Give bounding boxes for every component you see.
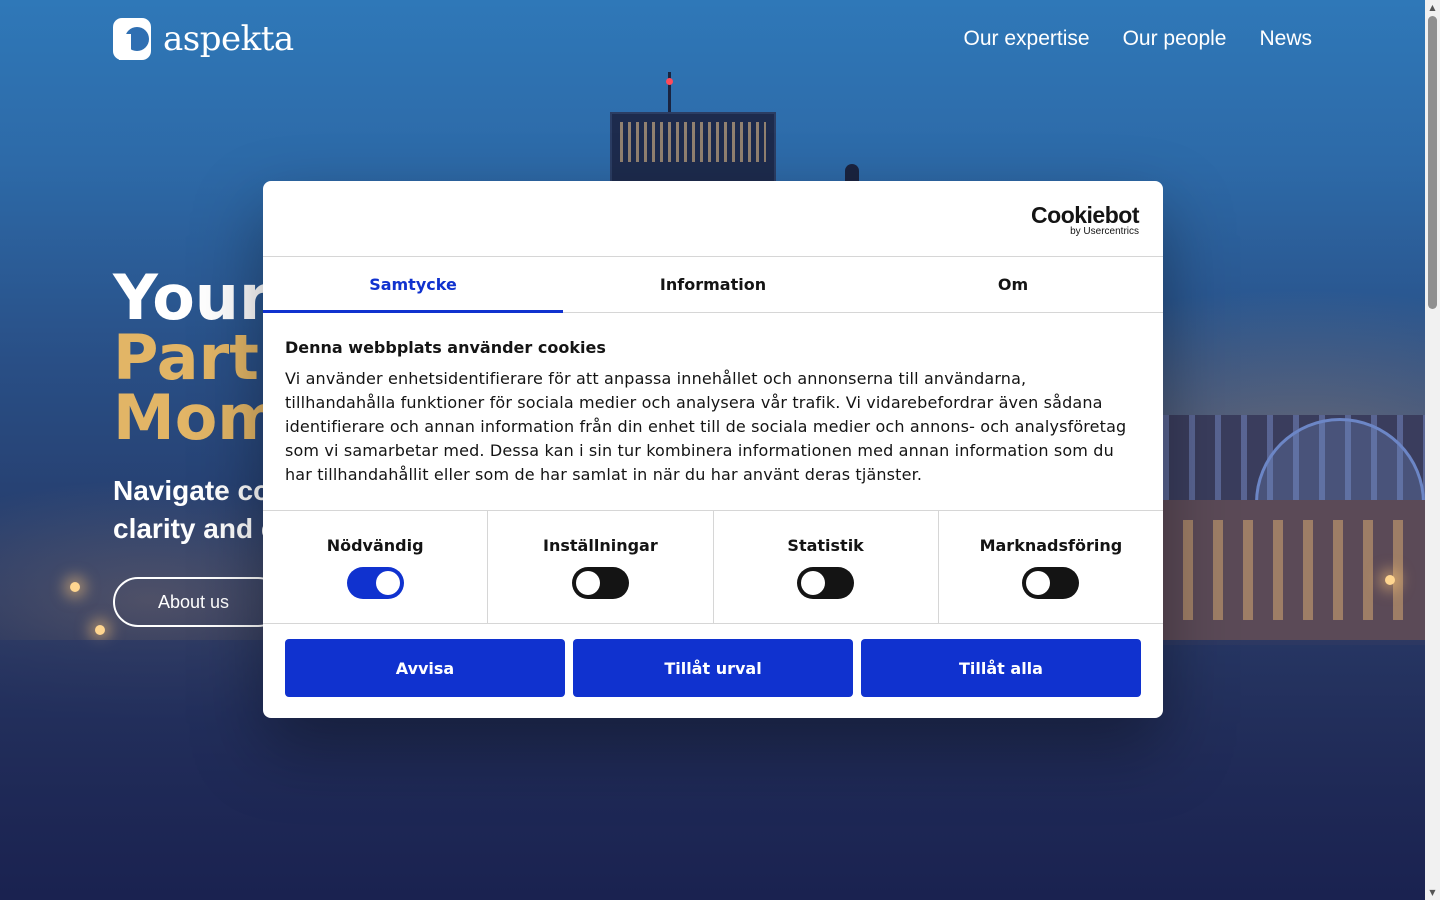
street-lamp bbox=[1385, 575, 1395, 585]
toggle-label-necessary: Nödvändig bbox=[326, 536, 424, 555]
tab-samtycke[interactable]: Samtycke bbox=[263, 257, 563, 313]
about-us-button[interactable]: About us bbox=[113, 577, 283, 627]
toggle-preferences[interactable] bbox=[571, 567, 629, 599]
scrollbar-thumb[interactable] bbox=[1428, 16, 1437, 309]
dialog-header: Cookiebot by Usercentrics bbox=[263, 181, 1163, 257]
cookiebot-logo-by: by Usercentrics bbox=[1070, 226, 1139, 237]
consent-toggles: Nödvändig Inställningar Statistik Markna… bbox=[263, 511, 1163, 624]
street-lamp bbox=[95, 625, 105, 635]
toggle-label-statistics: Statistik bbox=[787, 536, 864, 555]
toggle-knob bbox=[801, 571, 826, 595]
toggle-knob bbox=[1026, 571, 1051, 595]
aspekta-logo-mark bbox=[113, 18, 151, 60]
toggle-label-marketing: Marknadsföring bbox=[979, 536, 1123, 555]
allow-selection-button[interactable]: Tillåt urval bbox=[573, 639, 853, 697]
scroll-up-icon[interactable]: ▲ bbox=[1425, 0, 1440, 15]
reject-button[interactable]: Avvisa bbox=[285, 639, 565, 697]
cookie-consent-dialog: Cookiebot by Usercentrics Samtycke Infor… bbox=[263, 181, 1163, 718]
scrollbar[interactable]: ▲ ▼ bbox=[1425, 0, 1440, 900]
dialog-title: Denna webbplats använder cookies bbox=[285, 338, 606, 357]
tab-information[interactable]: Information bbox=[563, 257, 863, 312]
toggle-group-preferences: Inställningar bbox=[488, 511, 714, 623]
toggle-statistics[interactable] bbox=[797, 567, 855, 599]
cookiebot-logo[interactable]: Cookiebot by Usercentrics bbox=[1031, 203, 1139, 237]
toggle-knob bbox=[575, 571, 600, 595]
aspekta-logo[interactable]: aspekta bbox=[113, 18, 294, 60]
toggle-marketing[interactable] bbox=[1022, 567, 1080, 599]
toggle-group-necessary: Nödvändig bbox=[263, 511, 489, 623]
site-header: aspekta Our expertise Our people News bbox=[0, 0, 1425, 80]
toggle-knob bbox=[375, 571, 400, 595]
toggle-necessary[interactable] bbox=[346, 567, 404, 599]
dialog-actions: Avvisa Tillåt urval Tillåt alla bbox=[263, 624, 1163, 697]
brick-building bbox=[1163, 500, 1425, 640]
allow-all-button[interactable]: Tillåt alla bbox=[861, 639, 1141, 697]
nav-our-expertise[interactable]: Our expertise bbox=[964, 27, 1090, 51]
nav-news[interactable]: News bbox=[1259, 27, 1312, 51]
street-lamp bbox=[70, 582, 80, 592]
main-nav: Our expertise Our people News bbox=[964, 27, 1312, 51]
scroll-down-icon[interactable]: ▼ bbox=[1425, 885, 1440, 900]
aspekta-logo-text: aspekta bbox=[163, 19, 294, 59]
toggle-group-marketing: Marknadsföring bbox=[939, 511, 1163, 623]
toggle-group-statistics: Statistik bbox=[714, 511, 939, 623]
dialog-body: Denna webbplats använder cookies Vi anvä… bbox=[263, 313, 1163, 511]
dialog-text: Vi använder enhetsidentifierare för att … bbox=[285, 369, 1127, 484]
nav-our-people[interactable]: Our people bbox=[1123, 27, 1227, 51]
tab-om[interactable]: Om bbox=[863, 257, 1163, 312]
toggle-label-preferences: Inställningar bbox=[543, 536, 658, 555]
dialog-tabs: Samtycke Information Om bbox=[263, 257, 1163, 313]
cookiebot-logo-name: Cookiebot bbox=[1031, 202, 1139, 228]
